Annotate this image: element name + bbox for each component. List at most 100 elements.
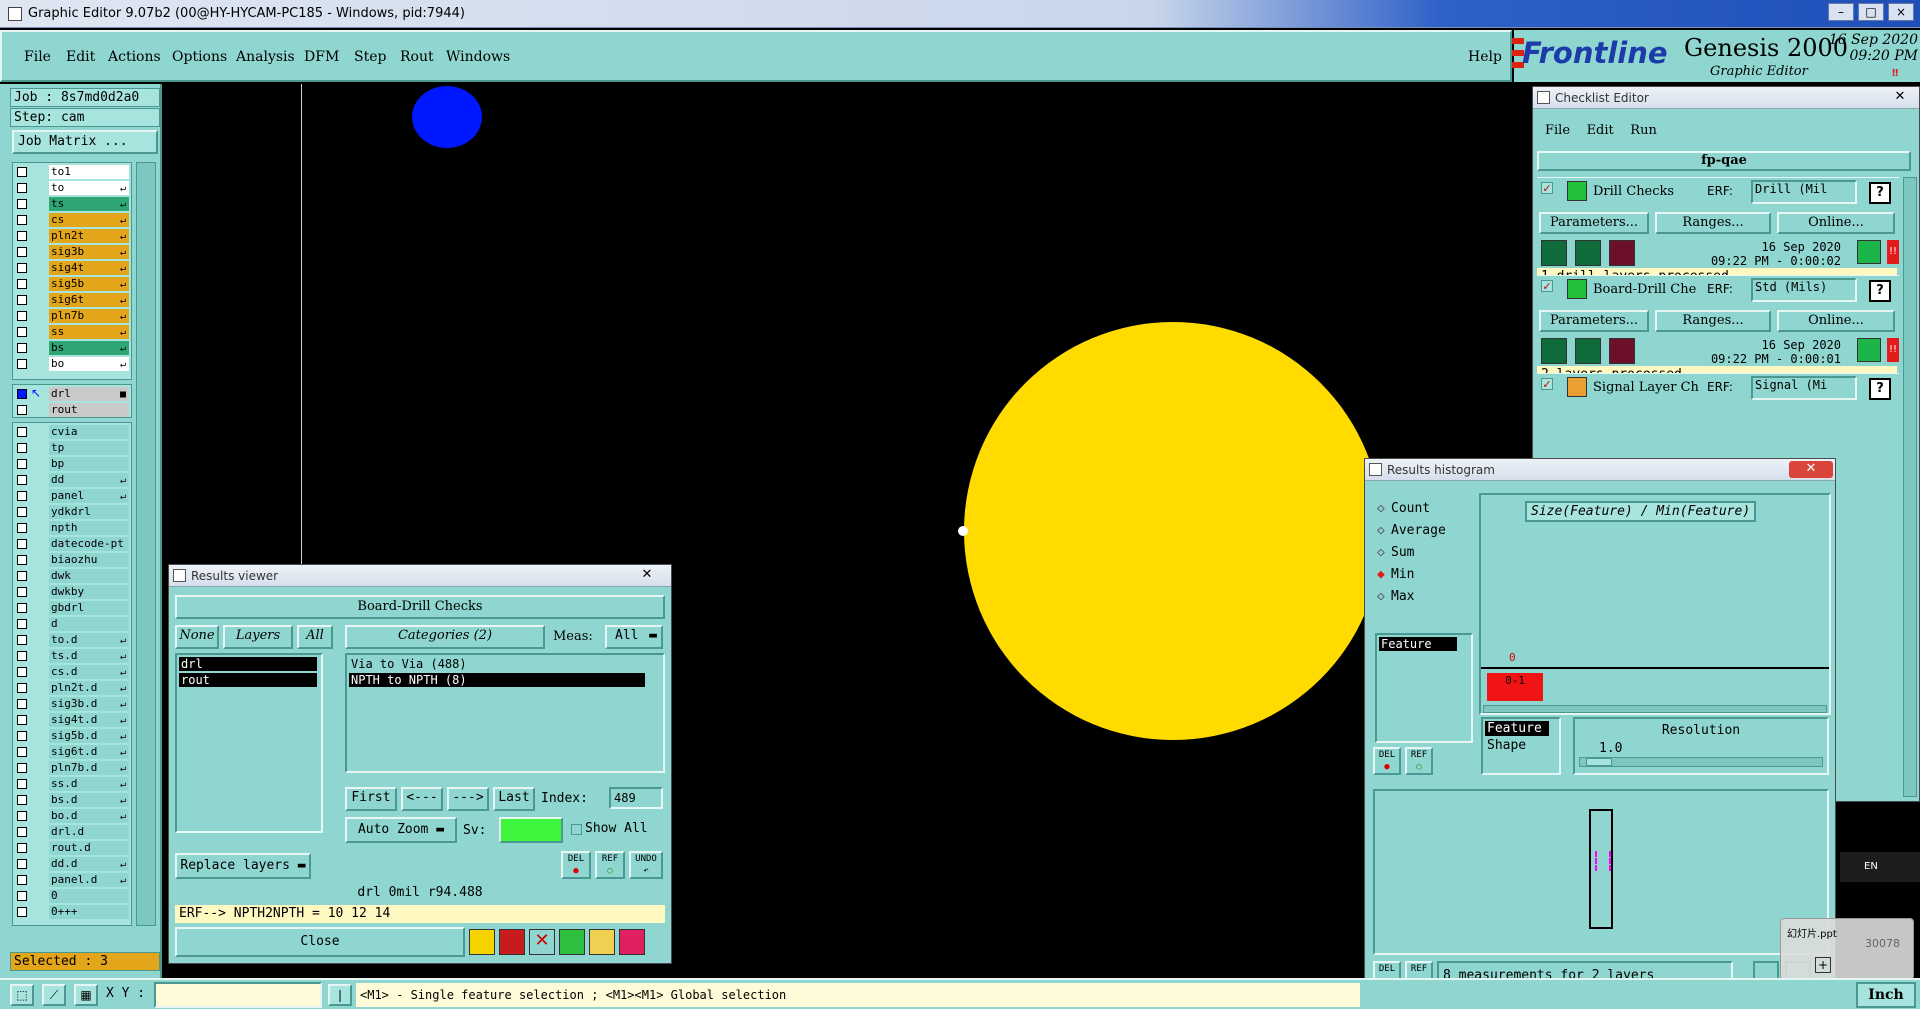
layer-row[interactable]: sig3b.d ↵ (13, 696, 131, 712)
menu-rout[interactable]: Rout (400, 49, 434, 65)
layer-name[interactable]: bp (49, 457, 129, 471)
online-button[interactable]: Online... (1777, 310, 1895, 332)
layer-name[interactable]: sig6t.d ↵ (49, 745, 129, 759)
menu-actions[interactable]: Actions (108, 49, 161, 65)
check-enabled-checkbox[interactable]: ✓ (1541, 182, 1553, 194)
layer-row[interactable]: sig4t.d ↵ (13, 712, 131, 728)
layer-row[interactable]: pln7b ↵ (13, 308, 131, 324)
layer-row[interactable]: ts ↵ (13, 196, 131, 212)
drill-hole-yellow[interactable] (964, 322, 1382, 740)
layer-checkbox[interactable] (17, 343, 27, 353)
ranges-button[interactable]: Ranges... (1655, 212, 1771, 234)
layer-checkbox[interactable] (17, 327, 27, 337)
layer-row[interactable]: sig5b ↵ (13, 276, 131, 292)
layer-checkbox[interactable] (17, 183, 27, 193)
layer-row[interactable]: bp (13, 456, 131, 472)
next-button[interactable]: ---> (447, 787, 489, 811)
layer-checkbox[interactable] (17, 891, 27, 901)
maximize-button[interactable]: □ (1858, 3, 1884, 21)
feature-shape-list[interactable]: Feature Shape (1481, 717, 1561, 775)
last-button[interactable]: Last (493, 787, 535, 811)
layer-name[interactable]: bs.d ↵ (49, 793, 129, 807)
layer-checkbox[interactable] (17, 795, 27, 805)
layer-checkbox[interactable] (17, 859, 27, 869)
layer-name[interactable]: pln2t ↵ (49, 229, 129, 243)
layer-item-rout[interactable]: rout (179, 673, 317, 687)
layer-row[interactable]: to1 (13, 164, 131, 180)
layer-checkbox[interactable] (17, 619, 27, 629)
screen-icon[interactable] (499, 929, 525, 955)
ref-button[interactable]: REF ○ (595, 851, 625, 879)
checklist-scrollbar[interactable] (1903, 177, 1917, 797)
layer-name[interactable]: pln7b.d ↵ (49, 761, 129, 775)
layer-list[interactable]: drl rout (175, 653, 323, 833)
layer-checkbox[interactable] (17, 699, 27, 709)
layer-name[interactable]: sig5b.d ↵ (49, 729, 129, 743)
layer-row[interactable]: rout.d (13, 840, 131, 856)
layer-checkbox[interactable] (17, 907, 27, 917)
layer-row[interactable]: datecode-pt (13, 536, 131, 552)
histogram-option-max[interactable]: ◇ Max (1377, 589, 1414, 604)
layer-checkbox[interactable] (17, 167, 27, 177)
layer-name[interactable]: sig3b ↵ (49, 245, 129, 259)
layer-checkbox[interactable] (17, 635, 27, 645)
del-button[interactable]: DEL ● (561, 851, 591, 879)
layer-checkbox[interactable] (17, 507, 27, 517)
layer-row[interactable]: bs.d ↵ (13, 792, 131, 808)
layer-checkbox[interactable] (17, 747, 27, 757)
layer-name[interactable]: 0+++ (49, 905, 129, 919)
layer-name[interactable]: panel.d ↵ (49, 873, 129, 887)
layer-row[interactable]: drl ■ ↖ (13, 386, 131, 402)
check-name[interactable]: Board-Drill Che (1593, 282, 1701, 298)
layer-checkbox[interactable] (17, 875, 27, 885)
layer-scrollbar[interactable] (136, 162, 156, 926)
layer-name[interactable]: tp (49, 441, 129, 455)
ranges-button[interactable]: Ranges... (1655, 310, 1771, 332)
layer-row[interactable]: sig5b.d ↵ (13, 728, 131, 744)
drill-hole-blue[interactable] (412, 86, 482, 148)
layer-row[interactable]: cvia (13, 424, 131, 440)
resolution-slider-thumb[interactable] (1586, 758, 1612, 766)
layer-row[interactable]: sig3b ↵ (13, 244, 131, 260)
layer-checkbox[interactable] (17, 475, 27, 485)
layer-name[interactable]: dd.d ↵ (49, 857, 129, 871)
select-tool-icon[interactable]: ⬚ (10, 984, 34, 1006)
layer-name[interactable]: ts ↵ (49, 197, 129, 211)
layer-row[interactable]: panel ↵ (13, 488, 131, 504)
minimize-button[interactable]: – (1828, 3, 1854, 21)
report-icon[interactable] (469, 929, 495, 955)
histogram-list[interactable]: Feature (1375, 633, 1473, 743)
layer-name[interactable]: cvia (49, 425, 129, 439)
menu-analysis[interactable]: Analysis (236, 49, 295, 65)
layer-checkbox[interactable] (17, 571, 27, 581)
layer-name[interactable]: 0 (49, 889, 129, 903)
layer-row[interactable]: dwk (13, 568, 131, 584)
layer-item-drl[interactable]: drl (179, 657, 317, 671)
layer-name[interactable]: panel ↵ (49, 489, 129, 503)
check-name[interactable]: Drill Checks (1593, 184, 1701, 200)
layer-checkbox[interactable] (17, 389, 27, 399)
erf-dropdown[interactable]: Signal (Mi (1751, 376, 1857, 400)
shape-option[interactable]: Shape (1485, 738, 1557, 753)
layer-name[interactable]: gbdrl (49, 601, 129, 615)
checklist-menu-run[interactable]: Run (1630, 123, 1657, 138)
layer-name[interactable]: drl.d (49, 825, 129, 839)
grid-tool-icon[interactable]: ▦ (74, 984, 98, 1006)
cross-icon[interactable]: ✕ (529, 929, 555, 955)
layer-row[interactable]: sig4t ↵ (13, 260, 131, 276)
layer-checkbox[interactable] (17, 231, 27, 241)
layer-row[interactable]: bo.d ↵ (13, 808, 131, 824)
layer-row[interactable]: ss.d ↵ (13, 776, 131, 792)
layer-checkbox[interactable] (17, 715, 27, 725)
layer-row[interactable]: gbdrl (13, 600, 131, 616)
menu-edit[interactable]: Edit (66, 49, 95, 65)
histogram-list-feature[interactable]: Feature (1379, 637, 1457, 651)
layer-row[interactable]: bs ↵ (13, 340, 131, 356)
layer-row[interactable]: pln2t ↵ (13, 228, 131, 244)
histogram-option-count[interactable]: ◇ Count (1377, 501, 1430, 516)
undo-button[interactable]: UNDO ↶ (629, 851, 663, 879)
check-enabled-checkbox[interactable]: ✓ (1541, 378, 1553, 390)
menu-windows[interactable]: Windows (446, 49, 510, 65)
layer-checkbox[interactable] (17, 263, 27, 273)
layer-row[interactable]: npth (13, 520, 131, 536)
